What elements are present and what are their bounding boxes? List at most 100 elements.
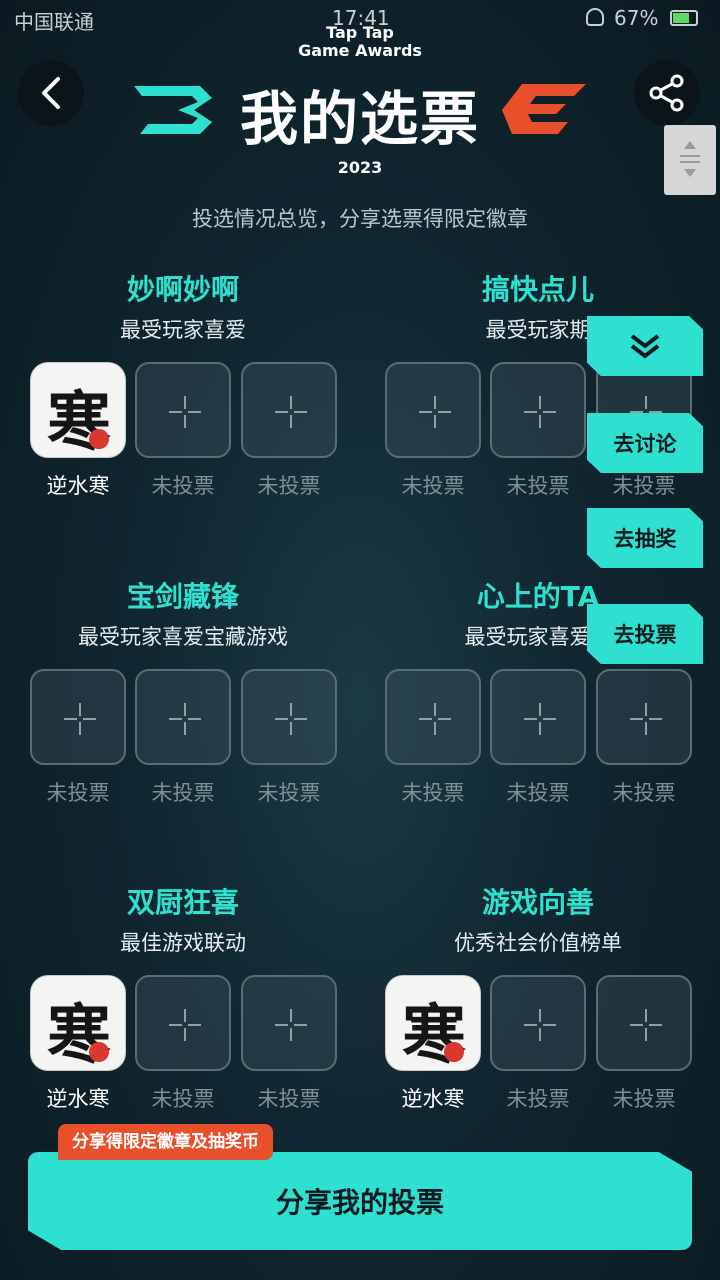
nishuihan-game-icon[interactable]: 寒 [30, 362, 126, 458]
category-subtitle: 优秀社会价值榜单 [454, 931, 622, 955]
not-voted-label: 未投票 [257, 1087, 321, 1111]
vote-slots: 寒逆水寒 未投票 未投票 [373, 975, 703, 1115]
empty-vote-slot[interactable]: 未投票 [490, 362, 586, 500]
double-chevron-down-icon [630, 334, 660, 359]
vote-slots: 寒逆水寒 未投票 未投票 [18, 975, 348, 1115]
category-subtitle: 最受玩家喜爱宝藏游戏 [78, 625, 288, 649]
lottery-button[interactable]: 去抽奖 [587, 508, 703, 568]
voted-game-slot[interactable]: 寒逆水寒 [30, 362, 126, 500]
crosshair-icon [645, 703, 647, 735]
crosshair-icon [290, 703, 292, 735]
empty-vote-slot[interactable]: 未投票 [135, 669, 231, 807]
add-vote-box[interactable] [596, 975, 692, 1071]
empty-vote-slot[interactable]: 未投票 [135, 362, 231, 500]
add-vote-box[interactable] [490, 975, 586, 1071]
nishuihan-game-icon[interactable]: 寒 [30, 975, 126, 1071]
empty-vote-slot[interactable]: 未投票 [490, 669, 586, 807]
crosshair-icon [645, 1009, 647, 1041]
category-card: 妙啊妙啊 最受玩家喜爱寒逆水寒 未投票 未投票 [18, 270, 348, 502]
not-voted-label: 未投票 [257, 474, 321, 498]
not-voted-label: 未投票 [506, 474, 570, 498]
add-vote-box[interactable] [490, 362, 586, 458]
share-reward-tag: 分享得限定徽章及抽奖币 [58, 1124, 273, 1160]
not-voted-label: 未投票 [151, 781, 215, 805]
vote-slots: 未投票 未投票 未投票 [373, 669, 703, 809]
add-vote-box[interactable] [241, 975, 337, 1071]
empty-vote-slot[interactable]: 未投票 [596, 975, 692, 1113]
not-voted-label: 未投票 [612, 1087, 676, 1111]
game-icon-glyph: 寒 [402, 998, 466, 1071]
not-voted-label: 未投票 [506, 781, 570, 805]
add-vote-box[interactable] [135, 669, 231, 765]
add-vote-box[interactable] [596, 669, 692, 765]
not-voted-label: 未投票 [46, 781, 110, 805]
nishuihan-game-icon[interactable]: 寒 [385, 975, 481, 1071]
empty-vote-slot[interactable]: 未投票 [385, 362, 481, 500]
scroll-down-button[interactable] [587, 316, 703, 376]
crosshair-icon [434, 703, 436, 735]
crosshair-icon [539, 1009, 541, 1041]
category-title: 双厨狂喜 [126, 886, 239, 919]
award-year: 2023 [337, 158, 383, 177]
scrollbar-handle[interactable] [664, 125, 716, 195]
crosshair-icon [434, 396, 436, 428]
empty-vote-slot[interactable]: 未投票 [596, 669, 692, 807]
add-vote-box[interactable] [30, 669, 126, 765]
add-vote-box[interactable] [241, 669, 337, 765]
voted-game-slot[interactable]: 寒逆水寒 [385, 975, 481, 1113]
not-voted-label: 未投票 [401, 781, 465, 805]
category-title: 妙啊妙啊 [126, 273, 239, 306]
vote-slots: 未投票 未投票 未投票 [18, 669, 348, 809]
crosshair-icon [290, 396, 292, 428]
publisher-badge-icon [89, 1042, 109, 1062]
brand-line-1: Tap Tap [326, 23, 394, 42]
drag-handle-icon [680, 141, 700, 177]
share-icon-button[interactable] [634, 60, 700, 126]
empty-vote-slot[interactable]: 未投票 [30, 669, 126, 807]
crosshair-icon [539, 396, 541, 428]
game-icon-glyph: 寒 [47, 385, 111, 458]
category-title: 宝剑藏锋 [126, 580, 239, 613]
empty-vote-slot[interactable]: 未投票 [241, 975, 337, 1113]
game-icon-glyph: 寒 [47, 998, 111, 1071]
empty-vote-slot[interactable]: 未投票 [490, 975, 586, 1113]
not-voted-label: 未投票 [401, 474, 465, 498]
vote-button[interactable]: 去投票 [587, 604, 703, 664]
not-voted-label: 未投票 [257, 781, 321, 805]
crosshair-icon [184, 703, 186, 735]
share-icon [649, 74, 684, 112]
empty-vote-slot[interactable]: 未投票 [241, 669, 337, 807]
not-voted-label: 未投票 [151, 1087, 215, 1111]
voted-game-name: 逆水寒 [46, 1087, 110, 1111]
crosshair-icon [539, 703, 541, 735]
add-vote-box[interactable] [241, 362, 337, 458]
category-subtitle: 最佳游戏联动 [120, 931, 246, 955]
add-vote-box[interactable] [490, 669, 586, 765]
category-title: 搞快点儿 [481, 273, 594, 306]
category-card: 宝剑藏锋 最受玩家喜爱宝藏游戏 未投票 未投票 未投票 [18, 577, 348, 809]
crosshair-icon [184, 1009, 186, 1041]
voted-game-name: 逆水寒 [401, 1087, 465, 1111]
add-vote-box[interactable] [385, 362, 481, 458]
add-vote-box[interactable] [135, 362, 231, 458]
category-card: 游戏向善 优秀社会价值榜单寒逆水寒 未投票 未投票 [373, 883, 703, 1115]
category-subtitle: 最受玩家喜爱 [120, 318, 246, 342]
voted-game-slot[interactable]: 寒逆水寒 [30, 975, 126, 1113]
empty-vote-slot[interactable]: 未投票 [241, 362, 337, 500]
awards-brand: Tap Tap Game Awards [0, 24, 720, 60]
empty-vote-slot[interactable]: 未投票 [385, 669, 481, 807]
crosshair-icon [290, 1009, 292, 1041]
empty-vote-slot[interactable]: 未投票 [135, 975, 231, 1113]
brand-line-2: Game Awards [298, 41, 422, 60]
not-voted-label: 未投票 [151, 474, 215, 498]
not-voted-label: 未投票 [506, 1087, 570, 1111]
discuss-button[interactable]: 去讨论 [587, 413, 703, 473]
share-votes-button[interactable]: 分享我的投票 [28, 1152, 692, 1250]
title-right-logo-icon [502, 84, 586, 134]
voted-game-name: 逆水寒 [46, 474, 110, 498]
add-vote-box[interactable] [135, 975, 231, 1071]
add-vote-box[interactable] [385, 669, 481, 765]
crosshair-icon [184, 396, 186, 428]
not-voted-label: 未投票 [612, 474, 676, 498]
vote-slots: 寒逆水寒 未投票 未投票 [18, 362, 348, 502]
